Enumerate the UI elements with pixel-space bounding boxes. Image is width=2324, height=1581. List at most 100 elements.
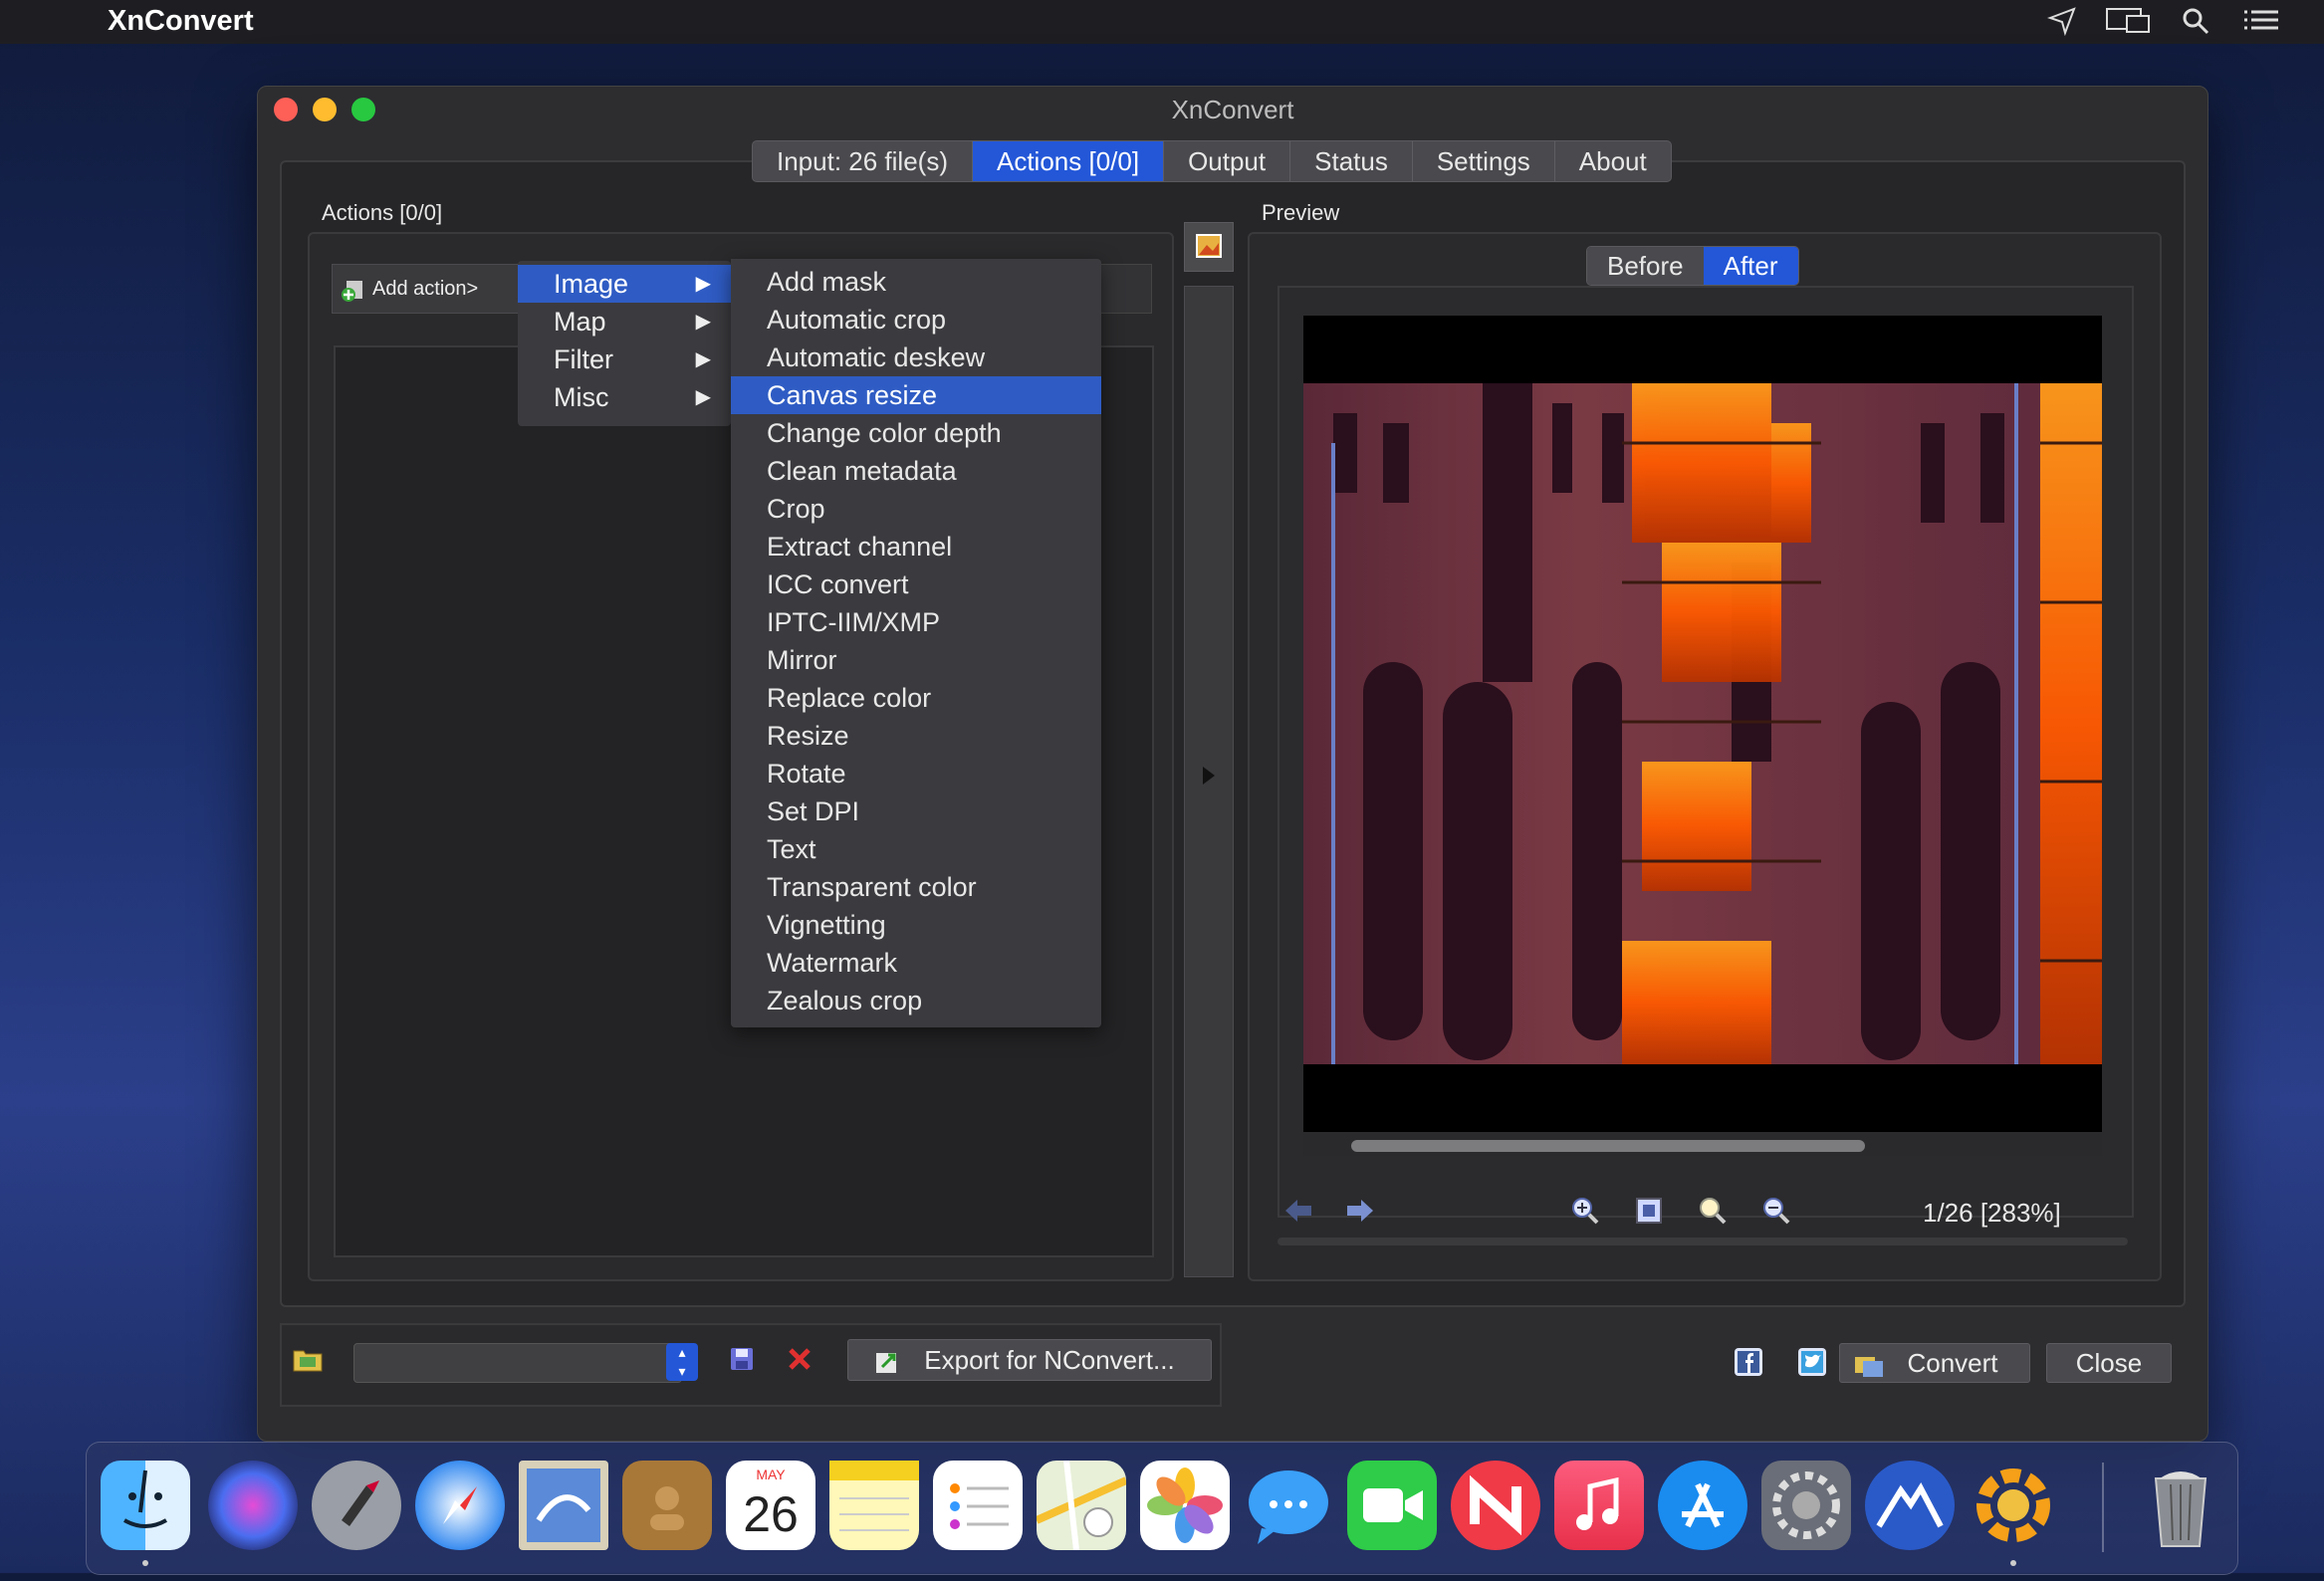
add-action-button[interactable]: Add action> (332, 264, 521, 314)
menu-item-resize[interactable]: Resize (731, 717, 1101, 755)
menu-item-icc-convert[interactable]: ICC convert (731, 565, 1101, 603)
menu-item-filter[interactable]: Filter ▶ (518, 340, 731, 378)
location-arrow-icon[interactable] (2047, 6, 2077, 44)
export-label: Export for NConvert... (924, 1345, 1175, 1375)
export-icon (874, 1346, 900, 1386)
open-folder-icon[interactable] (292, 1345, 324, 1380)
menu-bar: XnConvert (0, 0, 2324, 44)
calendar-icon[interactable]: MAY 26 (726, 1461, 815, 1550)
xnconvert-running-dot (2010, 1560, 2016, 1566)
notes-icon[interactable] (829, 1461, 919, 1550)
tab-input[interactable]: Input: 26 file(s) (753, 141, 973, 181)
delete-preset-icon[interactable] (786, 1345, 813, 1378)
menu-item-transparent-color[interactable]: Transparent color (731, 868, 1101, 906)
side-panel-splitter[interactable] (1184, 286, 1234, 1277)
tab-about[interactable]: About (1555, 141, 1671, 181)
next-image-icon[interactable] (1345, 1198, 1375, 1229)
altimeter-app-icon[interactable] (1865, 1461, 1955, 1550)
menu-item-iptc-iim-xmp[interactable]: IPTC-IIM/XMP (731, 603, 1101, 641)
menu-item-canvas-resize[interactable]: Canvas resize (731, 376, 1101, 414)
launchpad-icon[interactable] (312, 1461, 401, 1550)
facetime-icon[interactable] (1347, 1461, 1437, 1550)
menu-item-mirror[interactable]: Mirror (731, 641, 1101, 679)
dock: MAY 26 (86, 1442, 2238, 1575)
save-preset-icon[interactable] (728, 1345, 756, 1378)
toggle-preview-button[interactable] (1184, 222, 1234, 272)
finder-running-dot (142, 1560, 148, 1566)
xnconvert-dock-icon[interactable] (1969, 1461, 2058, 1550)
tab-settings[interactable]: Settings (1413, 141, 1555, 181)
menu-item-extract-channel[interactable]: Extract channel (731, 528, 1101, 565)
menu-item-image[interactable]: Image ▶ (518, 265, 731, 303)
reminders-icon[interactable] (933, 1461, 1023, 1550)
menu-item-automatic-crop[interactable]: Automatic crop (731, 301, 1101, 339)
convert-icon (1854, 1350, 1884, 1388)
actual-size-icon[interactable] (1698, 1196, 1728, 1231)
menubar-app-name[interactable]: XnConvert (108, 5, 254, 38)
app-store-icon[interactable] (1658, 1461, 1747, 1550)
fit-to-window-icon[interactable] (1634, 1196, 1664, 1231)
menu-item-replace-color[interactable]: Replace color (731, 679, 1101, 717)
dock-separator (2102, 1463, 2104, 1552)
menu-item-change-color-depth[interactable]: Change color depth (731, 414, 1101, 452)
twitter-share-icon[interactable] (1797, 1347, 1827, 1382)
before-button[interactable]: Before (1587, 247, 1704, 285)
mail-icon[interactable] (519, 1461, 608, 1550)
preset-select[interactable] (353, 1343, 682, 1383)
close-button[interactable]: Close (2046, 1343, 2172, 1383)
tab-actions[interactable]: Actions [0/0] (972, 141, 1165, 181)
tab-status[interactable]: Status (1290, 141, 1413, 181)
after-button[interactable]: After (1703, 247, 1798, 285)
safari-icon[interactable] (415, 1461, 505, 1550)
menu-item-misc[interactable]: Misc ▶ (518, 378, 731, 416)
image-counter-zoom: 1/26 [283%] (1923, 1198, 2061, 1228)
preview-image[interactable] (1303, 383, 2102, 1064)
finder-icon[interactable] (101, 1461, 190, 1550)
tab-output[interactable]: Output (1164, 141, 1291, 181)
messages-icon[interactable] (1244, 1461, 1333, 1550)
previous-image-icon[interactable] (1283, 1198, 1313, 1229)
zoom-window-button[interactable] (351, 98, 375, 121)
menu-item-text[interactable]: Text (731, 830, 1101, 868)
add-action-icon (341, 265, 366, 313)
convert-label: Convert (1907, 1348, 1998, 1378)
expand-arrow-icon[interactable] (1201, 765, 1217, 791)
window-title: XnConvert (1171, 95, 1294, 124)
submenu-arrow-icon: ▶ (695, 386, 711, 408)
zoom-in-icon[interactable] (1570, 1196, 1600, 1231)
news-icon[interactable] (1451, 1461, 1540, 1550)
menu-item-rotate[interactable]: Rotate (731, 755, 1101, 792)
chevron-down-icon[interactable]: ▾ (666, 1362, 698, 1381)
facebook-share-icon[interactable] (1734, 1347, 1763, 1382)
menu-item-clean-metadata[interactable]: Clean metadata (731, 452, 1101, 490)
close-window-button[interactable] (274, 98, 298, 121)
display-mirror-icon[interactable] (2105, 6, 2151, 44)
menu-item-add-mask[interactable]: Add mask (731, 263, 1101, 301)
export-for-nconvert-button[interactable]: Export for NConvert... (847, 1339, 1212, 1381)
menu-item-automatic-deskew[interactable]: Automatic deskew (731, 339, 1101, 376)
trash-icon[interactable] (2136, 1461, 2225, 1550)
menu-item-vignetting[interactable]: Vignetting (731, 906, 1101, 944)
menu-item-set-dpi[interactable]: Set DPI (731, 792, 1101, 830)
menu-item-watermark[interactable]: Watermark (731, 944, 1101, 982)
chevron-up-icon[interactable]: ▴ (666, 1343, 698, 1362)
minimize-window-button[interactable] (313, 98, 337, 121)
actions-section-label: Actions [0/0] (322, 200, 443, 225)
notification-list-icon[interactable] (2242, 6, 2280, 44)
scrollbar-thumb[interactable] (1351, 1140, 1865, 1152)
maps-icon[interactable] (1035, 1460, 1128, 1551)
siri-icon[interactable] (208, 1461, 298, 1550)
spotlight-search-icon[interactable] (2181, 6, 2210, 44)
system-preferences-icon[interactable] (1761, 1461, 1851, 1550)
preset-stepper[interactable]: ▴ ▾ (666, 1343, 698, 1381)
menu-item-map[interactable]: Map ▶ (518, 303, 731, 340)
music-icon[interactable] (1554, 1461, 1644, 1550)
contacts-icon[interactable] (622, 1461, 712, 1550)
photos-icon[interactable] (1140, 1461, 1230, 1550)
menu-item-zealous-crop[interactable]: Zealous crop (731, 982, 1101, 1019)
calendar-day: 26 (743, 1486, 799, 1542)
zoom-out-icon[interactable] (1761, 1196, 1791, 1231)
preview-section-label: Preview (1262, 200, 1340, 225)
menu-item-crop[interactable]: Crop (731, 490, 1101, 528)
convert-button[interactable]: Convert (1839, 1343, 2030, 1383)
